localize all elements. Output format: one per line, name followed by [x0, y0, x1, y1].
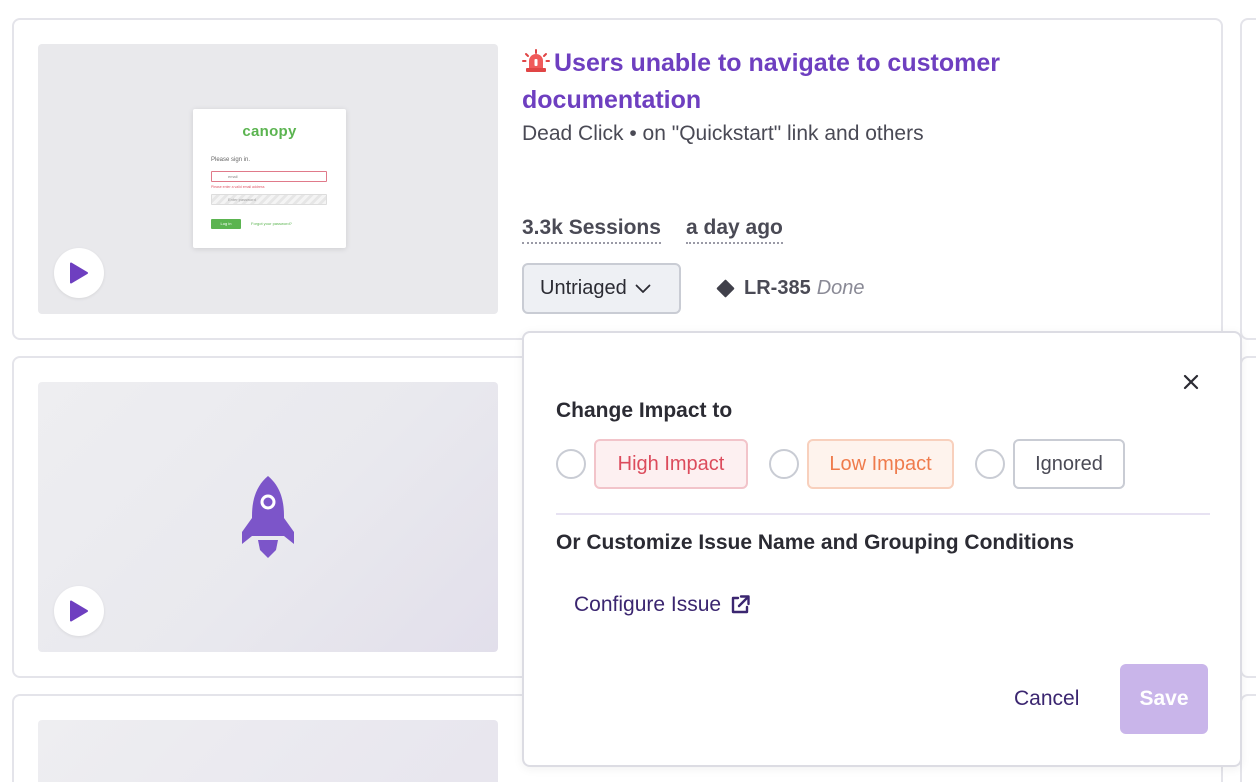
- chevron-down-icon: [635, 284, 651, 293]
- forgot-password-link: Forgot your password?: [251, 221, 292, 226]
- ticket-status: Done: [816, 277, 865, 299]
- canopy-logo: canopy: [242, 123, 297, 140]
- session-thumbnail[interactable]: [38, 382, 498, 652]
- siren-icon: [522, 48, 550, 83]
- triage-label: Untriaged: [540, 277, 627, 299]
- triage-dropdown[interactable]: Untriaged: [522, 263, 681, 314]
- sessions-count[interactable]: 3.3k Sessions: [522, 216, 661, 244]
- last-seen[interactable]: a day ago: [686, 216, 783, 244]
- issue-title-text: Users unable to navigate to customer doc…: [522, 49, 1000, 114]
- low-impact-radio[interactable]: [769, 449, 799, 479]
- email-error: Please enter a valid email address: [211, 185, 265, 189]
- email-value: email: [228, 174, 238, 179]
- customize-heading: Or Customize Issue Name and Grouping Con…: [556, 531, 1075, 554]
- configure-issue-label: Configure Issue: [574, 593, 722, 616]
- ticket-key: LR-385: [744, 277, 811, 299]
- rocket-icon: [242, 476, 294, 558]
- play-button[interactable]: [54, 248, 104, 298]
- email-field: email: [211, 171, 327, 182]
- ignored-option[interactable]: Ignored: [1013, 439, 1125, 489]
- jira-icon: [716, 279, 735, 298]
- signin-text: Please sign in.: [211, 157, 251, 163]
- next-column-card: [1240, 356, 1256, 678]
- divider: [556, 513, 1210, 515]
- issue-subtitle: Dead Click • on "Quickstart" link and ot…: [522, 122, 924, 145]
- password-field: Enter password: [211, 194, 327, 205]
- login-button: Log in: [211, 219, 241, 229]
- password-placeholder: Enter password: [228, 197, 256, 202]
- play-icon: [70, 600, 88, 622]
- session-thumbnail[interactable]: canopy Please sign in. email Please ente…: [38, 44, 498, 314]
- cancel-button[interactable]: Cancel: [1014, 687, 1079, 711]
- play-icon: [70, 262, 88, 284]
- login-screenshot: canopy Please sign in. email Please ente…: [193, 109, 346, 248]
- triage-popover: Change Impact to High Impact Low Impact …: [522, 331, 1242, 767]
- change-impact-heading: Change Impact to: [556, 399, 733, 422]
- save-button[interactable]: Save: [1120, 664, 1208, 734]
- ignored-radio[interactable]: [975, 449, 1005, 479]
- next-column-card: [1240, 18, 1256, 340]
- high-impact-radio[interactable]: [556, 449, 586, 479]
- session-thumbnail[interactable]: [38, 720, 498, 782]
- close-icon[interactable]: [1180, 371, 1202, 393]
- issue-card[interactable]: canopy Please sign in. email Please ente…: [12, 18, 1223, 340]
- high-impact-option[interactable]: High Impact: [594, 439, 748, 489]
- linked-ticket[interactable]: LR-385 Done: [716, 277, 865, 300]
- configure-issue-link[interactable]: Configure Issue: [574, 593, 751, 617]
- play-button[interactable]: [54, 586, 104, 636]
- external-link-icon: [731, 595, 750, 614]
- next-column-card: [1240, 694, 1256, 782]
- low-impact-option[interactable]: Low Impact: [807, 439, 954, 489]
- issue-title[interactable]: Users unable to navigate to customer doc…: [522, 46, 1082, 118]
